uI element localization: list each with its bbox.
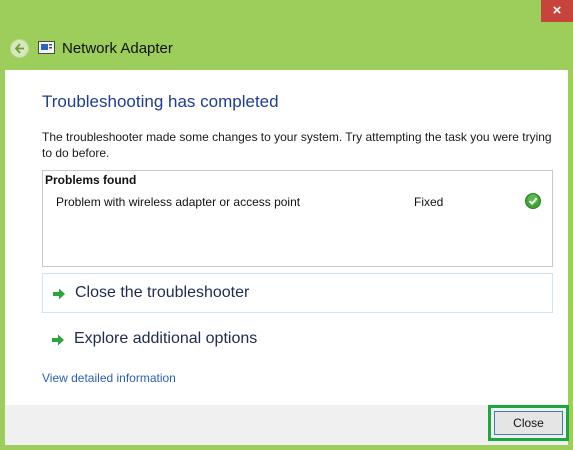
view-detailed-information-link[interactable]: View detailed information (42, 371, 176, 385)
problem-status: Fixed (414, 195, 444, 209)
window-title: Network Adapter (62, 40, 173, 57)
back-arrow-icon (14, 43, 24, 54)
troubleshooter-window: × Network Adapter Troubleshooting has co… (0, 0, 573, 450)
green-arrow-icon (52, 334, 64, 346)
back-button[interactable] (10, 39, 29, 58)
problem-description: Problem with wireless adapter or access … (56, 195, 301, 209)
explore-options-label: Explore additional options (74, 330, 258, 347)
close-button[interactable]: Close (494, 411, 563, 435)
green-arrow-icon (53, 288, 65, 300)
green-check-icon (525, 193, 541, 209)
explore-options-option[interactable]: Explore additional options (42, 320, 553, 360)
problems-title: Problems found (45, 173, 137, 187)
problems-found-box: Problems found Problem with wireless ada… (42, 170, 553, 267)
footer-bar (5, 405, 568, 445)
content-panel: Troubleshooting has completed The troubl… (5, 70, 568, 405)
page-title: Troubleshooting has completed (42, 92, 279, 111)
description-text: The troubleshooter made some changes to … (42, 130, 552, 160)
network-adapter-icon (38, 41, 55, 54)
close-troubleshooter-option[interactable]: Close the troubleshooter (42, 273, 553, 313)
close-troubleshooter-label: Close the troubleshooter (75, 284, 250, 301)
window-close-button[interactable]: × (541, 0, 573, 22)
